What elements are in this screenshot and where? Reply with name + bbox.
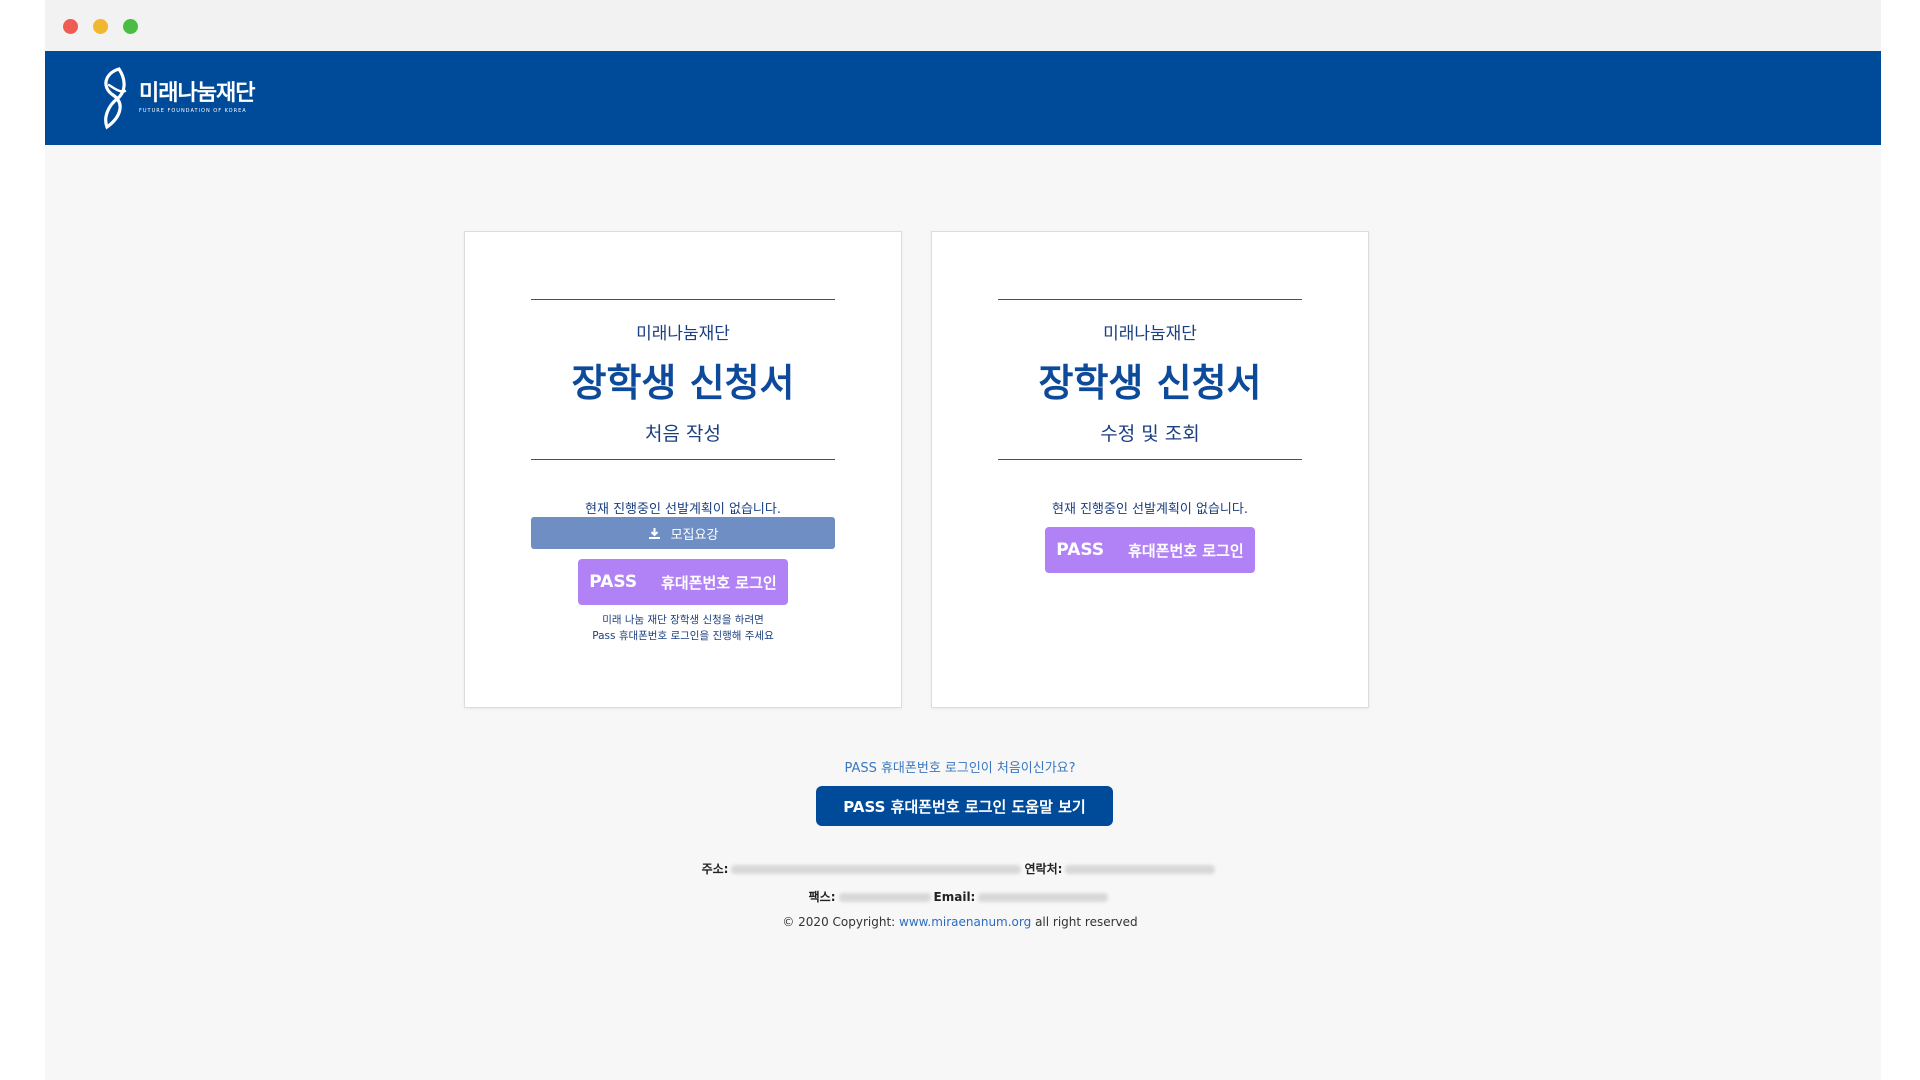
window-titlebar (45, 0, 1881, 51)
site-logo[interactable]: 미래나눔재단 FUTURE FOUNDATION OF KOREA (95, 65, 255, 131)
pass-login-label: 휴대폰번호 로그인 (661, 573, 777, 592)
redacted-contact (1065, 865, 1216, 874)
download-icon (648, 527, 660, 539)
address-label: 주소: (701, 862, 729, 876)
card-subtitle: 처음 작성 (645, 423, 721, 445)
card-edit-application: 미래나눔재단 장학생 신청서 수정 및 조회 현재 진행중인 선발계획이 없습니… (931, 231, 1369, 708)
instruction-line: 미래 나눔 재단 장학생 신청을 하려면 (602, 614, 764, 626)
download-guide-label: 모집요강 (670, 527, 719, 543)
website-link[interactable]: www.miraenanum.org (899, 915, 1031, 929)
minimize-window-button[interactable] (93, 19, 108, 34)
pass-brand-logo: PASS (1056, 540, 1105, 560)
contact-label: 연락처: (1024, 862, 1063, 876)
logo-tagline: FUTURE FOUNDATION OF KOREA (139, 108, 247, 114)
no-plan-notice: 현재 진행중인 선발계획이 없습니다. (585, 502, 781, 517)
fax-label: 팩스: (808, 890, 836, 904)
instruction-line: Pass 휴대폰번호 로그인을 진행해 주세요 (592, 630, 774, 642)
redacted-email (978, 893, 1109, 902)
copyright-prefix: © 2020 Copyright: (782, 915, 896, 929)
pass-login-label: 휴대폰번호 로그인 (1128, 541, 1244, 560)
pass-login-button[interactable]: PASS 휴대폰번호 로그인 (1045, 527, 1255, 573)
email-label: Email: (933, 890, 976, 904)
redacted-fax (838, 893, 931, 902)
redacted-address (731, 865, 1022, 874)
footer-fax-line: 팩스: Email: (0, 888, 1920, 905)
site-header: 미래나눔재단 FUTURE FOUNDATION OF KOREA (45, 51, 1881, 145)
download-guide-button[interactable]: 모집요강 (531, 517, 835, 549)
card-org-name: 미래나눔재단 (636, 324, 730, 344)
close-window-button[interactable] (63, 19, 78, 34)
card-title: 장학생 신청서 (1038, 361, 1262, 405)
footer-copyright: © 2020 Copyright: www.miraenanum.org all… (0, 915, 1920, 929)
pass-login-button[interactable]: PASS 휴대폰번호 로그인 (578, 559, 788, 605)
maximize-window-button[interactable] (123, 19, 138, 34)
pass-help-button[interactable]: PASS 휴대폰번호 로그인 도움말 보기 (816, 786, 1113, 826)
footer-address-line: 주소: 연락처: (0, 860, 1920, 877)
card-title: 장학생 신청서 (571, 361, 795, 405)
logo-name: 미래나눔재단 (139, 81, 255, 106)
foundation-logo-icon (104, 67, 127, 130)
no-plan-notice: 현재 진행중인 선발계획이 없습니다. (1052, 502, 1248, 517)
copyright-suffix: all right reserved (1035, 915, 1138, 929)
pass-first-time-link[interactable]: PASS 휴대폰번호 로그인이 처음이신가요? (0, 757, 1920, 776)
pass-login-instructions: 미래 나눔 재단 장학생 신청을 하려면 Pass 휴대폰번호 로그인을 진행해… (465, 612, 901, 644)
card-heading: 미래나눔재단 장학생 신청서 처음 작성 (531, 299, 835, 460)
application-cards: 미래나눔재단 장학생 신청서 처음 작성 현재 진행중인 선발계획이 없습니다.… (464, 231, 1369, 708)
card-heading: 미래나눔재단 장학생 신청서 수정 및 조회 (998, 299, 1302, 460)
card-org-name: 미래나눔재단 (1103, 324, 1197, 344)
pass-brand-logo: PASS (589, 572, 638, 592)
card-subtitle: 수정 및 조회 (1100, 423, 1200, 445)
card-new-application: 미래나눔재단 장학생 신청서 처음 작성 현재 진행중인 선발계획이 없습니다.… (464, 231, 902, 708)
